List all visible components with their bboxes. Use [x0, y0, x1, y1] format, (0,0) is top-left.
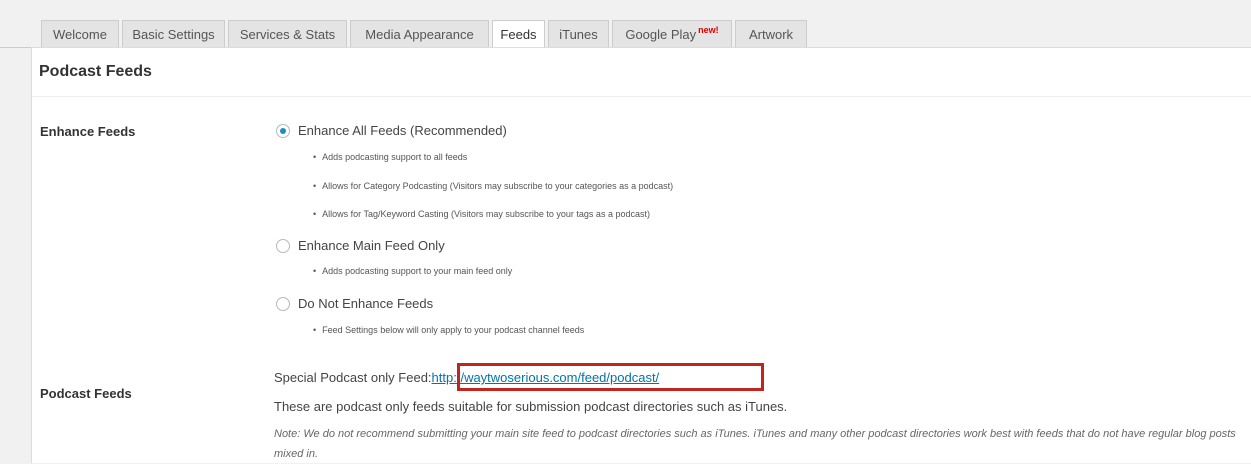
list-item: Adds podcasting support to your main fee… — [313, 264, 512, 278]
special-feed-label: Special Podcast only Feed: — [274, 370, 432, 385]
feed-note: Note: We do not recommend submitting you… — [274, 428, 1236, 460]
radio-enhance-main-feed-only[interactable]: Enhance Main Feed Only — [276, 236, 445, 256]
list-item: Adds podcasting support to all feeds — [313, 150, 467, 164]
radio-label: Do Not Enhance Feeds — [298, 296, 434, 311]
list-item: Allows for Tag/Keyword Casting (Visitors… — [313, 207, 650, 221]
radio-unchecked-icon[interactable] — [276, 296, 290, 311]
list-item: Allows for Category Podcasting (Visitors… — [313, 179, 673, 193]
settings-tab-bar: Welcome Basic Settings Services & Stats … — [0, 0, 1251, 49]
divider — [32, 96, 1251, 97]
new-badge: new! — [698, 25, 719, 35]
tab-services-stats[interactable]: Services & Stats — [228, 20, 347, 48]
podcast-feeds-label: Podcast Feeds — [40, 386, 132, 401]
radio-checked-icon[interactable] — [276, 123, 290, 138]
enhance-feeds-label: Enhance Feeds — [40, 124, 136, 139]
tab-itunes[interactable]: iTunes — [548, 20, 609, 48]
highlight-box — [457, 363, 764, 391]
tab-basic-settings[interactable]: Basic Settings — [122, 20, 225, 48]
tab-welcome[interactable]: Welcome — [41, 20, 119, 48]
radio-enhance-all-feeds[interactable]: Enhance All Feeds (Recommended) — [276, 121, 507, 141]
list-item: Feed Settings below will only apply to y… — [313, 323, 584, 337]
tab-artwork[interactable]: Artwork — [735, 20, 807, 48]
radio-unchecked-icon[interactable] — [276, 238, 290, 253]
tab-google-play-label: Google Play — [625, 27, 697, 42]
page-title: Podcast Feeds — [39, 63, 152, 80]
radio-label: Enhance Main Feed Only — [298, 238, 445, 253]
tab-feeds[interactable]: Feeds — [492, 20, 545, 49]
feed-description: These are podcast only feeds suitable fo… — [274, 399, 788, 414]
tab-google-play[interactable]: Google Play new! — [612, 20, 732, 48]
radio-do-not-enhance-feeds[interactable]: Do Not Enhance Feeds — [276, 294, 433, 314]
radio-label: Enhance All Feeds (Recommended) — [298, 123, 507, 138]
tab-media-appearance[interactable]: Media Appearance — [350, 20, 489, 48]
